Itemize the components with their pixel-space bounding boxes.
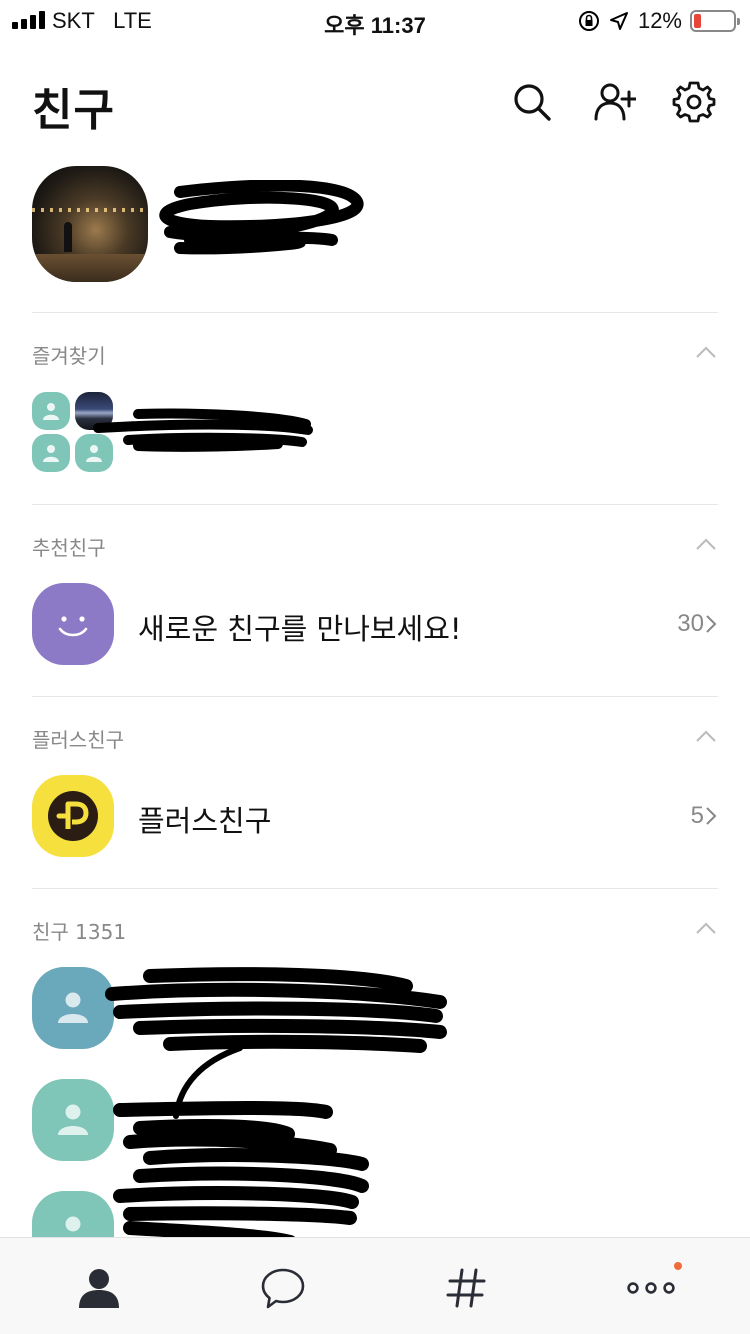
plus-friend-logo-icon [48, 791, 98, 841]
my-profile-avatar[interactable] [32, 166, 148, 282]
person-filled-icon [79, 1269, 119, 1308]
settings-icon [672, 81, 716, 123]
notification-dot [674, 1262, 682, 1270]
plus-friends-count: 5 [690, 802, 704, 829]
person-icon [58, 992, 88, 1023]
orientation-lock-icon [578, 11, 599, 31]
search-icon [514, 84, 551, 121]
divider [32, 312, 718, 313]
section-label-plus-friends: 플러스친구 [32, 728, 124, 752]
divider [32, 696, 718, 697]
search-button[interactable] [510, 80, 554, 124]
page-title: 친구 [32, 85, 115, 136]
smile-icon [58, 616, 88, 637]
chat-bubble-icon [261, 1268, 305, 1309]
collapse-friends-icon[interactable] [695, 921, 717, 935]
chevron-right-icon [706, 807, 717, 825]
add-friend-icon [594, 83, 638, 121]
redaction-scribble [93, 408, 313, 452]
battery-percent: 12% [637, 8, 682, 33]
more-dots-icon [627, 1282, 675, 1294]
person-icon [43, 403, 59, 420]
more-tab[interactable] [627, 1262, 682, 1312]
collapse-plus-friends-icon[interactable] [695, 729, 717, 743]
collapse-recommended-icon[interactable] [695, 537, 717, 551]
person-icon [58, 1104, 88, 1135]
battery-icon [690, 10, 740, 32]
hashtag-icon [446, 1268, 486, 1308]
plus-friend-avatar [32, 775, 114, 857]
person-icon [43, 445, 59, 462]
status-bar: SKT LTE 오후 11:37 12% [0, 0, 750, 40]
tab-bar [0, 1237, 750, 1334]
redaction-scribble [159, 180, 364, 255]
add-friend-button[interactable] [592, 80, 638, 124]
plus-friends-title: 플러스친구 [138, 804, 272, 838]
friends-tab[interactable] [75, 1264, 123, 1312]
collapse-favorites-icon[interactable] [695, 345, 717, 359]
section-label-friends: 친구 1351 [32, 920, 127, 944]
divider [32, 888, 718, 889]
status-right: 12% [578, 8, 740, 34]
section-label-favorites: 즐겨찾기 [32, 344, 106, 368]
favorite-avatar [32, 392, 70, 430]
hashtag-tab[interactable] [443, 1264, 491, 1312]
redaction-scribble [105, 967, 447, 1249]
recommended-count: 30 [677, 610, 704, 637]
chevron-right-icon [706, 615, 717, 633]
section-label-recommended: 추천친구 [32, 536, 106, 560]
location-arrow-icon [609, 12, 628, 30]
recommended-avatar [32, 583, 114, 665]
divider [32, 504, 718, 505]
settings-button[interactable] [672, 80, 716, 124]
chats-tab[interactable] [259, 1264, 307, 1312]
recommended-title: 새로운 친구를 만나보세요! [138, 612, 462, 646]
favorite-avatar [32, 434, 70, 472]
